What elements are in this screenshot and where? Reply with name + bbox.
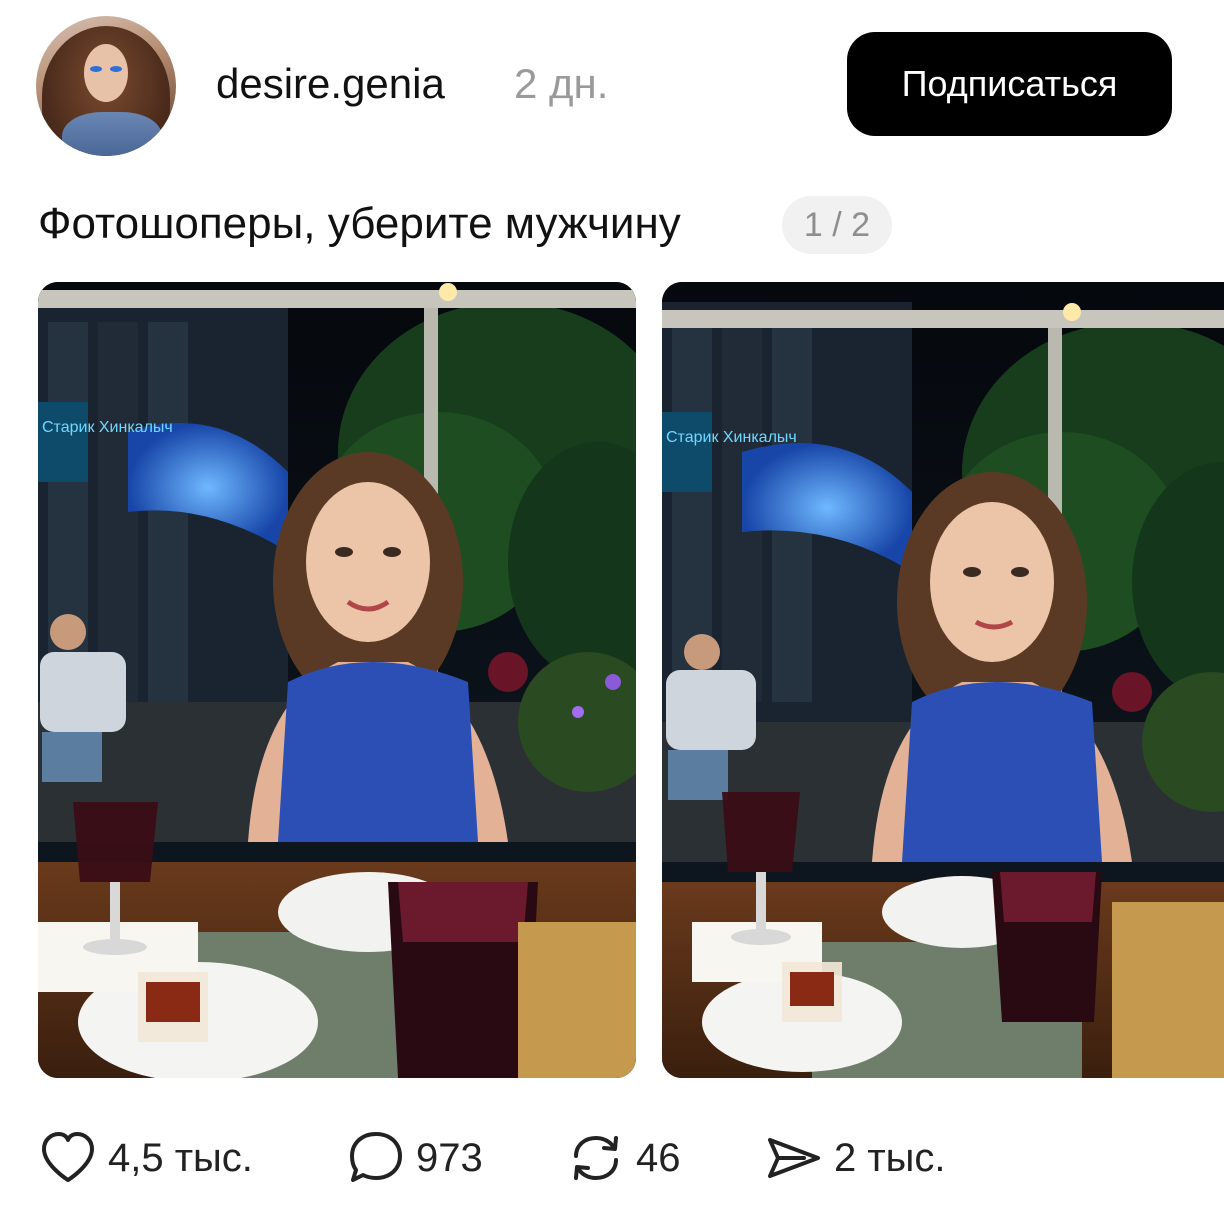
photo-2-sign: Старик Хинкалыч: [666, 429, 797, 446]
post-age: 2 дн.: [514, 60, 609, 107]
avatar[interactable]: [36, 16, 176, 156]
photo-1[interactable]: Старик Хинкалыч: [38, 282, 636, 1078]
send-arrow-icon[interactable]: [764, 1128, 824, 1188]
comment-action[interactable]: 973: [346, 1128, 483, 1188]
page-counter: 1 / 2: [782, 196, 892, 254]
post-text: Фотошоперы, уберите мужчину: [38, 199, 681, 248]
repost-arrows-icon[interactable]: [566, 1128, 626, 1188]
avatar-body: [62, 112, 162, 156]
photo-1-scene: Старик Хинкалыч: [38, 282, 636, 1078]
photo-2-scene: Старик Хинкалыч: [662, 282, 1224, 1078]
likes-count: 4,5 тыс.: [108, 1135, 253, 1180]
avatar-eye: [90, 66, 102, 72]
heart-icon[interactable]: [38, 1128, 98, 1188]
share-action[interactable]: 2 тыс.: [764, 1128, 946, 1188]
comments-count: 973: [416, 1135, 483, 1180]
avatar-face: [84, 44, 128, 102]
shares-count: 2 тыс.: [834, 1135, 946, 1180]
comment-bubble-icon[interactable]: [346, 1128, 406, 1188]
author-username[interactable]: desire.genia: [216, 58, 445, 110]
photo-2[interactable]: Старик Хинкалыч: [662, 282, 1224, 1078]
reposts-count: 46: [636, 1135, 681, 1180]
like-action[interactable]: 4,5 тыс.: [38, 1128, 253, 1188]
subscribe-button[interactable]: Подписаться: [847, 32, 1172, 136]
photo-1-sign: Старик Хинкалыч: [42, 419, 173, 436]
avatar-eye: [110, 66, 122, 72]
repost-action[interactable]: 46: [566, 1128, 681, 1188]
